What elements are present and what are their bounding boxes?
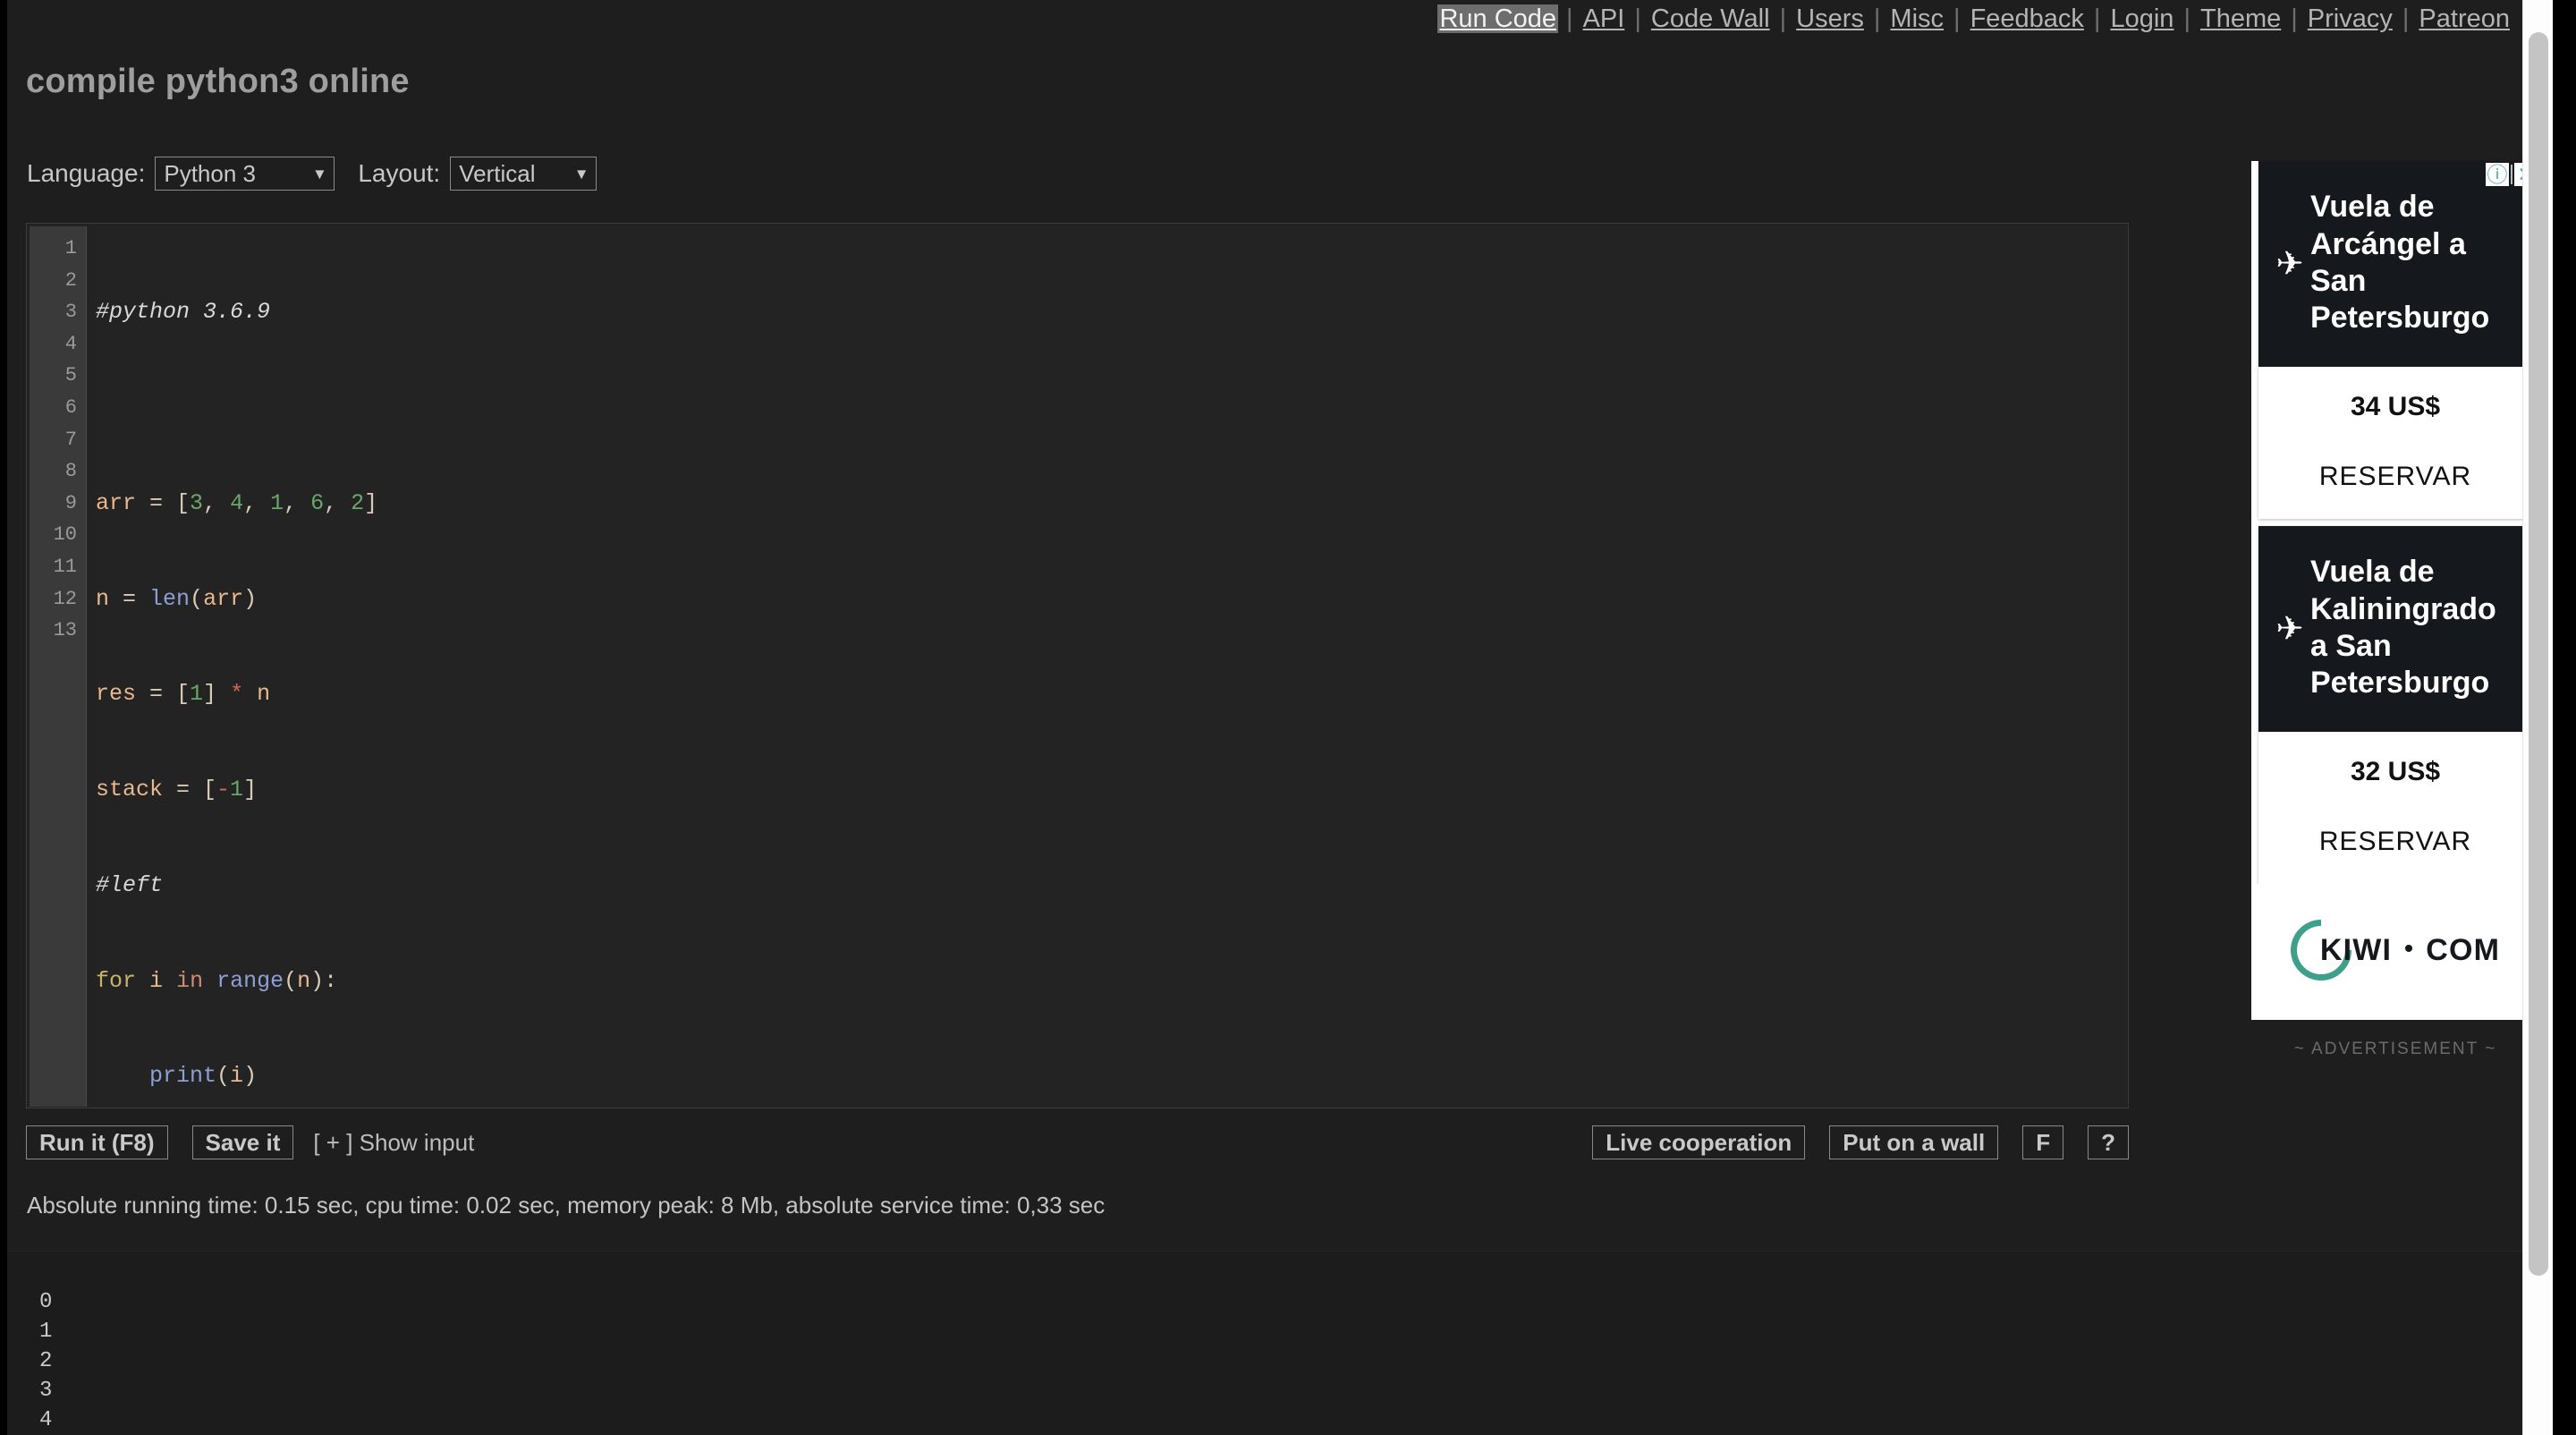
code-line: #python 3.6.9 <box>96 296 2127 328</box>
language-label: Language: <box>27 159 146 187</box>
output-line: 2 <box>39 1349 53 1373</box>
kiwi-brand-secondary: COM <box>2426 932 2501 967</box>
toolbar-right-group: Live cooperation Put on a wall F? <box>1568 1125 2129 1159</box>
code-line: arr = [3, 4, 1, 6, 2] <box>96 489 378 516</box>
kiwi-logo[interactable]: KIWI COM <box>2251 884 2539 1020</box>
nav-link-theme[interactable]: Theme <box>2199 4 2283 33</box>
code-line: res = [1] * n <box>96 681 271 708</box>
nav-separator: | <box>1873 4 1881 33</box>
nav-separator: | <box>1953 4 1961 33</box>
layout-select[interactable]: Vertical ▾ <box>450 157 597 191</box>
line-number-gutter: 1 2 3 4 5 6 7 8 9 10 11 12 13 <box>30 226 87 1107</box>
chevron-down-icon: ▾ <box>315 164 325 184</box>
run-button[interactable]: Run it (F8) <box>26 1125 168 1159</box>
output-line: 1 <box>39 1320 53 1344</box>
ad-hero: ✈ Vuela de Kaliningrado a San Petersburg… <box>2258 526 2532 732</box>
page-scrollbar-thumb[interactable] <box>2529 32 2548 1276</box>
advertisement-column: ⓘ ✕ ✈ Vuela de Arcángel a San Petersburg… <box>2251 154 2539 1059</box>
nav-separator: | <box>1779 4 1787 33</box>
line-number: 13 <box>53 619 77 642</box>
save-button[interactable]: Save it <box>191 1125 294 1159</box>
line-number: 4 <box>64 332 77 355</box>
help-button[interactable]: ? <box>2088 1125 2129 1159</box>
nav-link-privacy[interactable]: Privacy <box>2306 4 2394 33</box>
code-token: #left <box>96 871 164 898</box>
language-select-value: Python 3 <box>164 159 256 187</box>
nav-link-api[interactable]: API <box>1581 4 1627 33</box>
line-number: 8 <box>64 460 77 483</box>
nav-separator: | <box>1566 4 1573 33</box>
code-text-area[interactable]: #python 3.6.9 arr = [3, 4, 1, 6, 2] n = … <box>87 226 2127 1107</box>
line-number: 7 <box>64 428 77 451</box>
nav-link-patreon[interactable]: Patreon <box>2417 4 2512 33</box>
ad-card[interactable]: ✈ Vuela de Arcángel a San Petersburgo 34… <box>2258 161 2532 519</box>
fullscreen-button[interactable]: F <box>2022 1125 2064 1159</box>
code-editor[interactable]: 1 2 3 4 5 6 7 8 9 10 11 12 13 #python 3.… <box>26 223 2129 1108</box>
toolbar-left-group: Run it (F8) Save it [ + ] Show input <box>26 1125 474 1159</box>
line-number: 10 <box>53 523 77 547</box>
put-on-wall-button[interactable]: Put on a wall <box>1829 1125 1999 1159</box>
airplane-icon: ✈ <box>2275 244 2304 282</box>
page-root: Run Code | API | Code Wall | Users | Misc | Feedba… <box>7 0 2553 1435</box>
show-input-toggle[interactable]: [ + ] Show input <box>313 1129 474 1157</box>
line-number: 9 <box>64 491 77 514</box>
nav-link-login[interactable]: Login <box>2108 4 2175 33</box>
ad-cta-button[interactable]: RESERVAR <box>2258 807 2532 884</box>
layout-select-value: Vertical <box>459 159 536 187</box>
nav-separator: | <box>2291 4 2298 33</box>
ad-price: 34 US$ <box>2350 392 2441 421</box>
line-number: 3 <box>64 301 77 324</box>
airplane-icon: ✈ <box>2275 609 2304 647</box>
advertisement-box[interactable]: ⓘ ✕ ✈ Vuela de Arcángel a San Petersburg… <box>2251 161 2539 1020</box>
ad-cta-button[interactable]: RESERVAR <box>2258 442 2532 519</box>
line-number: 5 <box>64 364 77 387</box>
advertisement-label: ~ ADVERTISEMENT ~ <box>2293 1040 2497 1058</box>
line-number: 6 <box>64 395 77 419</box>
nav-link-feedback[interactable]: Feedback <box>1969 4 2086 33</box>
ad-hero: ✈ Vuela de Arcángel a San Petersburgo <box>2258 161 2532 367</box>
editor-toolbar: Run it (F8) Save it [ + ] Show input Live … <box>26 1125 2129 1163</box>
top-navigation: Run Code | API | Code Wall | Users | Misc | Feedba… <box>7 0 2553 38</box>
nav-separator: | <box>2402 4 2410 33</box>
output-line: 4 <box>39 1408 53 1432</box>
nav-separator: | <box>2093 4 2101 33</box>
code-line: for i in range(n): <box>96 967 338 994</box>
nav-link-run-code[interactable]: Run Code <box>1437 4 1559 33</box>
output-line: 3 <box>39 1379 53 1403</box>
code-line: stack = [-1] <box>96 777 258 803</box>
editor-controls: Language: Python 3 ▾ Layout: Vertical ▾ <box>27 154 597 193</box>
chevron-down-icon: ▾ <box>577 164 587 184</box>
kiwi-brand-primary: KIWI <box>2319 932 2393 967</box>
ad-headline: Vuela de Arcángel a San Petersburgo <box>2310 190 2490 335</box>
live-cooperation-button[interactable]: Live cooperation <box>1592 1125 1806 1159</box>
layout-label: Layout: <box>358 159 441 187</box>
code-line: n = len(arr) <box>96 585 258 612</box>
code-editor-inner: 1 2 3 4 5 6 7 8 9 10 11 12 13 #python 3.… <box>30 226 2127 1107</box>
ad-price: 32 US$ <box>2350 757 2441 786</box>
language-select[interactable]: Python 3 ▾ <box>155 157 335 191</box>
kiwi-dot-icon <box>2405 945 2413 952</box>
nav-link-misc[interactable]: Misc <box>1888 4 1945 33</box>
code-line: #left <box>96 870 2127 902</box>
output-line: 0 <box>39 1290 53 1314</box>
code-line: print(i) <box>149 1063 258 1090</box>
code-token: #python 3.6.9 <box>96 299 271 326</box>
nav-link-users[interactable]: Users <box>1794 4 1866 33</box>
line-number: 1 <box>64 237 77 259</box>
ad-headline: Vuela de Kaliningrado a San Petersburgo <box>2310 555 2496 701</box>
ad-divider <box>2511 165 2512 184</box>
line-number: 11 <box>53 555 77 578</box>
nav-separator: | <box>2183 4 2190 33</box>
line-number: 12 <box>53 587 77 610</box>
nav-link-code-wall[interactable]: Code Wall <box>1649 4 1772 33</box>
program-output: 0 1 2 3 4 <box>7 1251 2553 1435</box>
nav-separator: | <box>1634 4 1641 33</box>
ad-card[interactable]: ✈ Vuela de Kaliningrado a San Petersburg… <box>2258 526 2532 884</box>
page-scrollbar[interactable] <box>2522 0 2553 1435</box>
info-icon[interactable]: ⓘ <box>2486 163 2509 186</box>
line-number: 2 <box>64 268 77 292</box>
page-title: compile python3 online <box>26 63 410 100</box>
execution-status: Absolute running time: 0.15 sec, cpu tim… <box>27 1192 1106 1218</box>
